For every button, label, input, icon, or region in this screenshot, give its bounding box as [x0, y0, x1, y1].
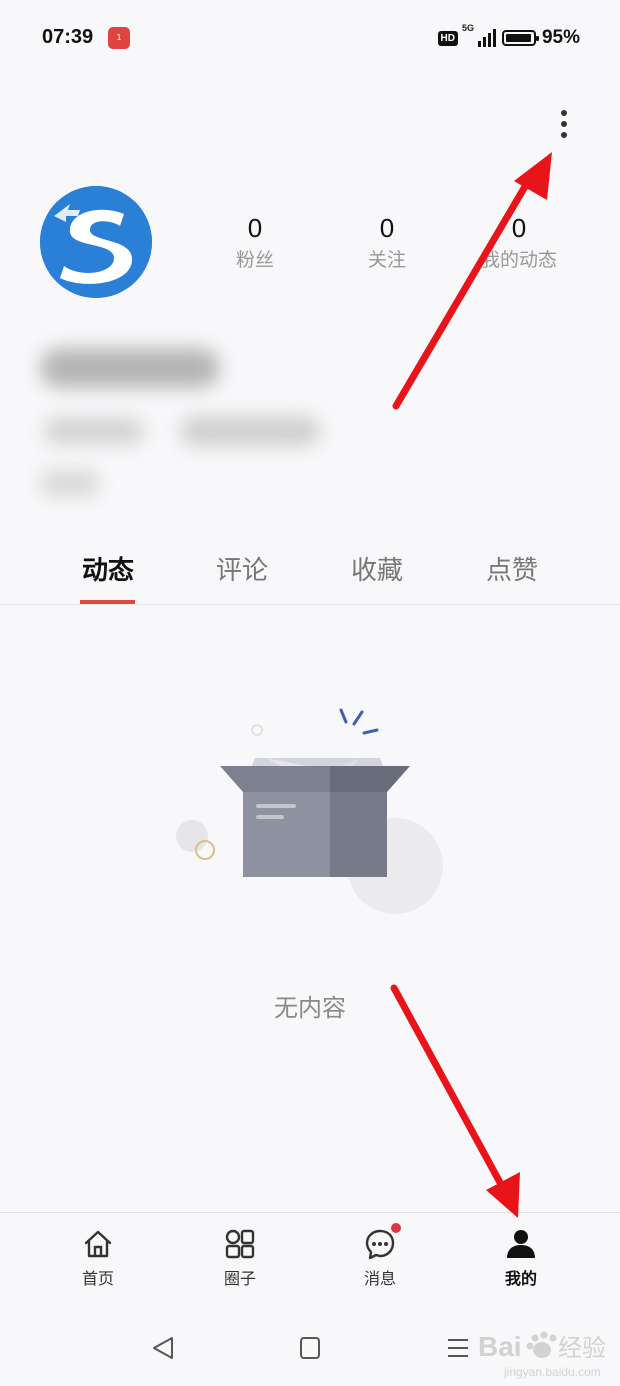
- app-logo-icon: [40, 186, 152, 298]
- nav-circle[interactable]: 圈子: [190, 1227, 290, 1289]
- home-square-icon[interactable]: [290, 1332, 330, 1364]
- signal-icon: 5G: [462, 23, 496, 47]
- content-tabs: 动态 评论 收藏 点赞: [0, 540, 620, 605]
- blurred-user-info: [30, 330, 330, 520]
- stat-value: 0: [379, 213, 395, 243]
- svg-text:经验: 经验: [558, 1334, 606, 1362]
- arrow-to-more-menu: [392, 152, 552, 410]
- tab-likes[interactable]: 点赞: [462, 550, 562, 587]
- empty-state-text: 无内容: [274, 994, 346, 1022]
- status-time: 07:39: [42, 26, 94, 48]
- nav-messages[interactable]: 消息: [330, 1223, 430, 1289]
- stat-value: 0: [511, 213, 527, 243]
- status-icons: HD 5G 95%: [437, 23, 580, 52]
- tab-comments[interactable]: 评论: [192, 550, 292, 587]
- battery-percent: 95%: [541, 27, 580, 48]
- nav-label: 首页: [81, 1269, 114, 1288]
- active-tab-indicator: [80, 600, 135, 604]
- nav-label: 我的: [504, 1269, 537, 1288]
- notification-app-icon: 1: [108, 27, 130, 49]
- svg-text:jingyan.baidu.com: jingyan.baidu.com: [503, 1365, 601, 1379]
- tab-posts[interactable]: 动态: [58, 550, 158, 587]
- back-triangle-icon[interactable]: [143, 1332, 183, 1364]
- chat-icon: [365, 1229, 395, 1260]
- bottom-nav: 首页 圈子 消息 我的: [0, 1212, 620, 1309]
- nav-label: 圈子: [223, 1269, 256, 1288]
- network-type: 5G: [461, 23, 474, 33]
- stat-label: 关注: [367, 249, 406, 271]
- grid-icon: [225, 1229, 255, 1259]
- menu-lines-icon[interactable]: [438, 1332, 478, 1364]
- person-icon: [507, 1230, 535, 1258]
- stat-value: 0: [247, 213, 263, 243]
- unread-dot: [391, 1223, 401, 1233]
- tab-favorites[interactable]: 收藏: [327, 550, 427, 587]
- empty-box-illustration: [170, 700, 460, 920]
- svg-text:Bai: Bai: [478, 1331, 522, 1362]
- more-options-icon[interactable]: [550, 104, 578, 144]
- nav-me[interactable]: 我的: [471, 1227, 571, 1289]
- stat-following[interactable]: 0 关注: [327, 210, 447, 274]
- status-bar: 07:39 1 HD 5G 95%: [0, 0, 620, 76]
- nav-home[interactable]: 首页: [48, 1227, 148, 1289]
- home-icon: [84, 1230, 112, 1258]
- avatar[interactable]: [40, 186, 152, 298]
- stat-fans[interactable]: 0 粉丝: [195, 210, 315, 274]
- battery-icon: [501, 30, 539, 46]
- stat-label: 粉丝: [235, 249, 274, 271]
- baidu-jingyan-watermark: Bai 经验 jingyan.baidu.com: [478, 1331, 606, 1379]
- nav-label: 消息: [363, 1269, 396, 1288]
- stat-my-posts[interactable]: 0 我的动态: [459, 210, 579, 274]
- stat-label: 我的动态: [480, 249, 557, 271]
- system-nav-bar: Bai 经验 jingyan.baidu.com: [0, 1310, 620, 1386]
- hd-icon: HD: [437, 30, 458, 46]
